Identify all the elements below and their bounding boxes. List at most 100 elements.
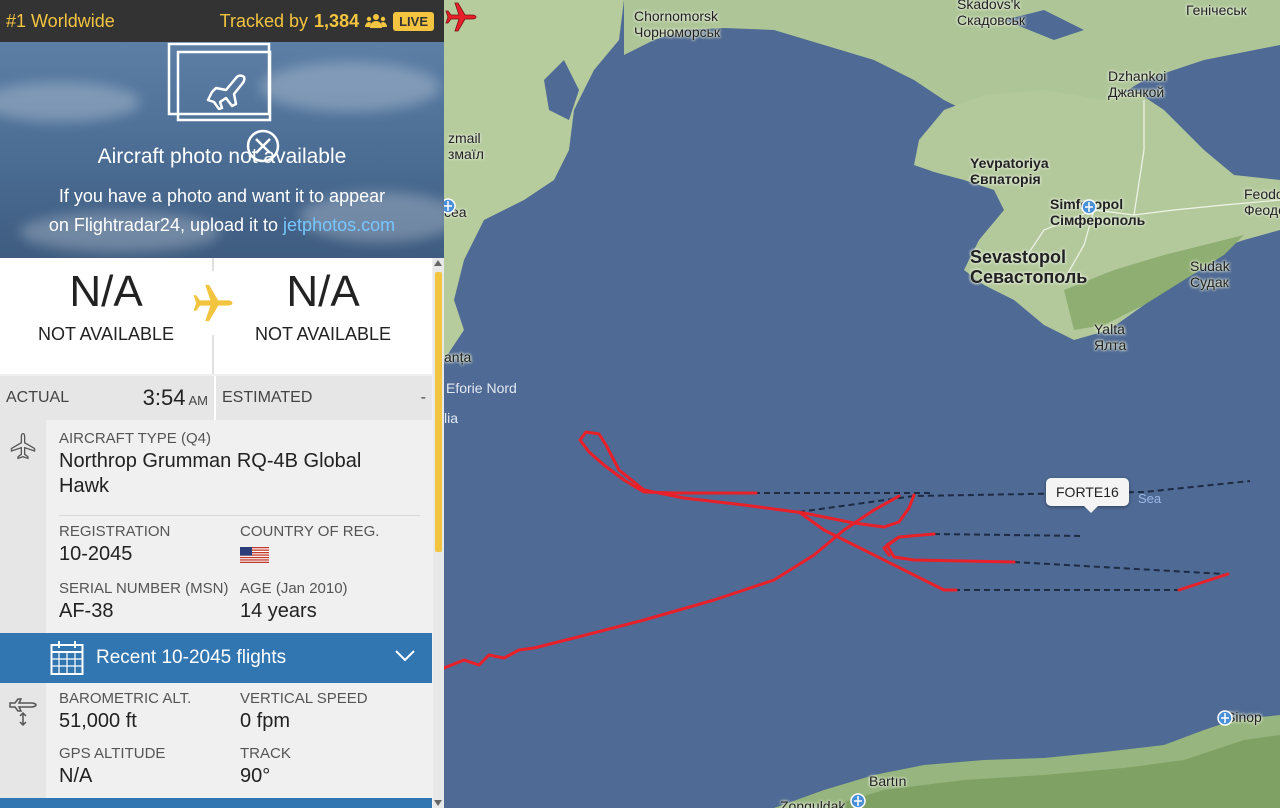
airplane-icon xyxy=(193,284,233,322)
live-badge: LIVE xyxy=(393,11,434,31)
registration-value[interactable]: 10-2045 xyxy=(59,543,132,566)
origin-airport[interactable]: N/A NOT AVAILABLE xyxy=(0,258,214,374)
details-divider xyxy=(59,515,420,516)
flight-track-hook xyxy=(885,532,1016,564)
city-henichesk[interactable]: Генічеськ xyxy=(1186,2,1247,18)
baro-alt-label: BAROMETRIC ALT. xyxy=(59,690,192,707)
tracked-count: 1,384 xyxy=(314,10,360,31)
actual-ampm: AM xyxy=(188,393,209,408)
age-value: 14 years xyxy=(240,600,317,622)
altitude-icon xyxy=(9,698,37,727)
photo-hint-line1: If you have a photo and want it to appea… xyxy=(58,186,386,206)
serial-label: SERIAL NUMBER (MSN) xyxy=(59,580,229,597)
estimated-value: - xyxy=(420,389,426,406)
jetphotos-link[interactable]: jetphotos.com xyxy=(283,215,395,235)
users-icon xyxy=(365,14,388,28)
photo-hint-line2: on Flightradar24, upload it to jetphotos… xyxy=(0,211,444,240)
age-label: AGE (Jan 2010) xyxy=(240,580,348,597)
sea-label: Sea xyxy=(1138,491,1162,506)
baro-alt-value: 51,000 ft xyxy=(59,710,137,732)
aircraft-type-label: AIRCRAFT TYPE (Q4) xyxy=(59,430,211,447)
flight-track-main xyxy=(444,494,901,670)
map-canvas[interactable] xyxy=(444,0,1280,808)
destination-name: NOT AVAILABLE xyxy=(254,324,392,344)
origin-code: N/A xyxy=(69,267,143,316)
altitude-side-column xyxy=(0,683,46,798)
panel-scrollbar[interactable] xyxy=(433,258,444,808)
airport-pin-icon[interactable] xyxy=(850,793,866,808)
scroll-down-arrow-icon[interactable] xyxy=(434,800,442,806)
airport-pin-icon[interactable] xyxy=(444,198,456,214)
city-feodosia[interactable]: FeodosФеодос xyxy=(1244,186,1280,218)
city-izmail[interactable]: zmail змаїл xyxy=(448,130,484,162)
chevron-down-icon[interactable] xyxy=(394,649,416,663)
us-flag-icon xyxy=(240,547,269,563)
photo-hint-prefix: on Flightradar24, upload it to xyxy=(48,215,279,235)
calendar-icon xyxy=(50,641,84,675)
estimated-time-cell: ESTIMATED - xyxy=(216,376,432,420)
actual-time-cell: ACTUAL 3:54 AM xyxy=(0,376,216,420)
vertical-speed-value: 0 fpm xyxy=(240,710,291,732)
estimated-label: ESTIMATED xyxy=(222,389,313,406)
country-label: COUNTRY OF REG. xyxy=(240,523,380,540)
photo-unavailable-title: Aircraft photo not available xyxy=(97,145,347,168)
city-constanta[interactable]: anța xyxy=(444,349,471,365)
city-mangalia[interactable]: lia xyxy=(444,410,458,426)
actual-label: ACTUAL xyxy=(6,389,70,406)
city-yevpatoriya[interactable]: Yevpatoriya Євпаторія xyxy=(970,155,1049,187)
gps-alt-label: GPS ALTITUDE xyxy=(59,745,166,762)
serial-value: AF-38 xyxy=(59,600,114,622)
city-chornomorsk[interactable]: Chornomorsk Чорноморськ xyxy=(634,8,720,40)
track-dashed-4 xyxy=(1013,561,1225,575)
city-sevastopol[interactable]: Sevastopol Севастополь xyxy=(970,247,1087,287)
altitude-details: BAROMETRIC ALT. 51,000 ft VERTICAL SPEED… xyxy=(0,683,432,798)
flight-track-loop xyxy=(578,430,916,529)
aircraft-details: AIRCRAFT TYPE (Q4) Northrop Grumman RQ-4… xyxy=(0,420,432,773)
aircraft-type-value-line1: Northrop Grumman RQ-4B Global xyxy=(59,450,362,472)
city-yalta[interactable]: Yalta Ялта xyxy=(1094,321,1126,353)
gps-alt-value: N/A xyxy=(59,765,93,787)
flight-track-cross xyxy=(797,510,958,592)
registration-label: REGISTRATION xyxy=(59,523,171,540)
actual-time: 3:54 xyxy=(142,385,186,410)
city-eforie-nord[interactable]: Eforie Nord xyxy=(446,380,517,396)
next-section-bar[interactable] xyxy=(0,798,432,808)
panel-scroll-content[interactable]: N/A NOT AVAILABLE N/A NOT AVAILABLE ACTU… xyxy=(0,258,444,808)
city-simferopol[interactable]: SimferopolСімферополь xyxy=(1050,196,1145,228)
recent-flights-toggle[interactable]: Recent 10-2045 flights xyxy=(0,633,432,683)
track-value: 90° xyxy=(240,765,271,787)
city-skadovsk[interactable]: Skadovs'k Скадовськ xyxy=(957,0,1025,28)
flight-track-east xyxy=(1177,572,1230,592)
tracked-by: Tracked by 1,384 LIVE xyxy=(220,11,434,32)
city-sudak[interactable]: Sudak Судак xyxy=(1190,258,1230,290)
scrollbar-thumb[interactable] xyxy=(435,272,442,552)
aircraft-marker-icon[interactable] xyxy=(444,0,478,34)
track-dashed-2 xyxy=(798,480,1251,513)
route-plane-badge xyxy=(181,271,245,335)
panel-topbar: #1 Worldwide Tracked by 1,384 LIVE xyxy=(0,0,444,42)
destination-code: N/A xyxy=(286,267,360,316)
aircraft-type-value-line2: Hawk xyxy=(59,475,110,497)
aircraft-photo-placeholder: Aircraft photo not available If you have… xyxy=(0,42,444,258)
vertical-speed-label: VERTICAL SPEED xyxy=(240,690,368,707)
scroll-up-arrow-icon[interactable] xyxy=(434,260,442,266)
destination-airport[interactable]: N/A NOT AVAILABLE xyxy=(216,258,430,374)
airport-pin-icon[interactable] xyxy=(1217,710,1233,726)
flight-map[interactable]: Chornomorsk Чорноморськ Skadovs'k Скадовсь… xyxy=(444,0,1280,808)
city-dzhankoi[interactable]: Dzhankoi Джанкой xyxy=(1108,68,1166,100)
airport-pin-icon[interactable] xyxy=(1081,199,1097,215)
flight-callsign-tag[interactable]: FORTE16 xyxy=(1046,478,1129,513)
flight-times: ACTUAL 3:54 AM ESTIMATED - xyxy=(0,376,432,420)
tracked-prefix: Tracked by xyxy=(219,10,309,31)
aircraft-icon xyxy=(10,432,36,460)
photo-upload-hint: If you have a photo and want it to appea… xyxy=(0,182,444,240)
recent-flights-label: Recent 10-2045 flights xyxy=(96,647,287,668)
city-bartin[interactable]: Bartın xyxy=(869,773,906,789)
route-summary: N/A NOT AVAILABLE N/A NOT AVAILABLE xyxy=(0,258,432,374)
origin-name: NOT AVAILABLE xyxy=(37,324,175,344)
land-west xyxy=(444,0,624,360)
flight-info-panel: #1 Worldwide Tracked by 1,384 LIVE Aircr… xyxy=(0,0,444,808)
aircraft-side-column xyxy=(0,420,46,633)
city-zonguldak[interactable]: Zonguldak xyxy=(780,798,845,808)
rank-label: #1 Worldwide xyxy=(6,10,115,31)
